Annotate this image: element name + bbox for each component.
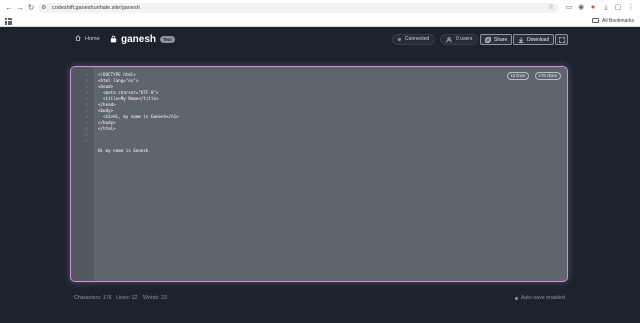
expand-icon xyxy=(558,36,565,43)
home-icon xyxy=(75,35,81,41)
browser-chrome: ← → ↻ ⚙ codeshift.ganeshunhale.site/gane… xyxy=(0,0,640,27)
line-number: 4 xyxy=(85,91,88,95)
connection-status: Connected xyxy=(392,34,436,45)
line-number: 6 xyxy=(85,103,88,107)
connection-dot-icon xyxy=(398,38,401,41)
fullscreen-button[interactable] xyxy=(555,34,568,45)
document-type-badge: Text xyxy=(160,35,175,43)
extensions-icon[interactable]: ▢ xyxy=(613,3,623,13)
folder-icon xyxy=(592,18,600,23)
all-bookmarks-label: All Bookmarks xyxy=(602,18,634,24)
words-stat: Words: 23 xyxy=(143,295,168,301)
line-number-gutter: 1 2 3 4 5 6 7 8 9 10 11 12 xyxy=(71,67,94,281)
autosave-label: Auto-save enabled xyxy=(520,295,565,301)
share-icon xyxy=(485,36,491,43)
lock-icon xyxy=(110,35,117,43)
line-number: 7 xyxy=(85,109,88,113)
site-info-icon[interactable]: ⚙ xyxy=(41,4,49,12)
forward-icon[interactable]: → xyxy=(15,3,25,13)
all-bookmarks[interactable]: All Bookmarks xyxy=(592,17,634,26)
profile-icon[interactable]: ◉ xyxy=(576,3,586,13)
home-label: Home xyxy=(85,36,100,42)
back-icon[interactable]: ← xyxy=(4,3,14,13)
code-line[interactable]: Hi my name is Ganesh. xyxy=(98,148,151,154)
line-number: 3 xyxy=(85,85,88,89)
connection-status-label: Connected xyxy=(405,36,430,42)
line-number: 8 xyxy=(85,115,88,119)
line-number: 9 xyxy=(85,121,88,125)
address-bar[interactable]: ⚙ codeshift.ganeshunhale.site/ganesh ☆ xyxy=(38,3,558,13)
apps-grid-icon[interactable] xyxy=(5,18,12,25)
status-footer: Characters: 176 Lines: 12 Words: 23 Auto… xyxy=(0,291,640,305)
code-editor[interactable]: 1 2 3 4 5 6 7 8 9 10 11 12 <!DOCTYPE htm… xyxy=(70,66,568,282)
line-number: 11 xyxy=(83,133,88,137)
characters-stat: Characters: 176 xyxy=(74,295,112,301)
autosave-status: Auto-save enabled xyxy=(514,293,565,303)
browser-toolbar: ← → ↻ ⚙ codeshift.ganeshunhale.site/gane… xyxy=(0,0,640,16)
star-icon[interactable]: ☆ xyxy=(548,3,554,13)
lines-stat: Lines: 12 xyxy=(116,295,138,301)
users-count-label: 0 users xyxy=(456,36,473,42)
download-icon[interactable]: ⤓ xyxy=(601,3,611,13)
download-file-icon xyxy=(518,37,524,43)
share-label: Share xyxy=(494,36,508,43)
document-title: ganesh Text xyxy=(110,32,175,46)
extension-red-icon[interactable]: ● xyxy=(588,3,598,13)
menu-icon[interactable]: ⋮ xyxy=(626,3,636,13)
char-count-chip: 176 chars xyxy=(534,72,561,80)
reload-icon[interactable]: ↻ xyxy=(26,3,36,13)
autosave-dot-icon xyxy=(514,296,518,300)
share-button[interactable]: Share xyxy=(480,34,513,45)
bookmarks-bar: All Bookmarks xyxy=(0,16,640,27)
line-number: 2 xyxy=(85,79,88,83)
home-link[interactable]: Home xyxy=(75,33,100,45)
download-button[interactable]: Download xyxy=(513,34,555,45)
code-line[interactable]: </html> xyxy=(98,126,116,132)
users-icon xyxy=(446,36,452,42)
url-text[interactable]: codeshift.ganeshunhale.site/ganesh xyxy=(52,3,140,13)
line-number: 12 xyxy=(83,139,88,143)
document-name: ganesh xyxy=(121,33,157,45)
cast-icon[interactable]: ▭ xyxy=(564,3,574,13)
download-label: Download xyxy=(527,36,550,43)
line-number: 5 xyxy=(85,97,88,101)
line-number: 1 xyxy=(85,73,88,77)
line-number: 10 xyxy=(83,127,88,131)
app-header: Home ganesh Text Connected 0 users Share… xyxy=(0,27,640,51)
users-count: 0 users xyxy=(440,34,479,45)
line-count-chip: 12 lines xyxy=(506,72,529,80)
